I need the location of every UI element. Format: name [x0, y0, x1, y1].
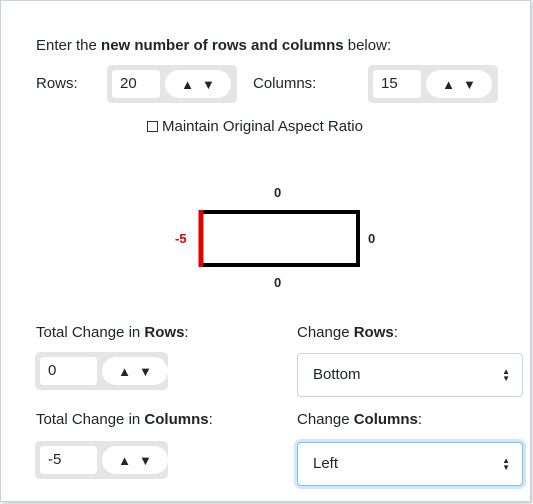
diagram-right-value: 0: [368, 231, 376, 246]
total-rows-prefix: Total Change in: [36, 324, 145, 341]
change-rows-selected: Bottom: [313, 366, 361, 383]
total-cols-input[interactable]: -5: [40, 446, 97, 474]
diagram-top-value: 0: [274, 185, 282, 200]
change-diagram: [198, 210, 360, 267]
total-rows-stepper: 0 ▲ ▼: [35, 352, 168, 390]
total-cols-stepper: -5 ▲ ▼: [35, 441, 168, 479]
change-rows-select[interactable]: Bottom ▲ ▼: [297, 353, 523, 397]
total-cols-suffix: :: [208, 411, 213, 428]
change-rows-bold: Rows: [353, 324, 394, 341]
total-cols-bold: Columns: [144, 411, 209, 428]
change-cols-suffix: :: [417, 411, 423, 428]
triangle-down-icon[interactable]: ▼: [139, 365, 152, 378]
total-rows-suffix: :: [184, 324, 189, 341]
total-cols-up-down-buttons[interactable]: ▲ ▼: [102, 446, 168, 474]
change-rows-suffix: :: [393, 324, 398, 341]
total-cols-prefix: Total Change in: [36, 411, 145, 428]
total-rows-up-down-buttons[interactable]: ▲ ▼: [102, 357, 168, 385]
change-cols-bold: Columns: [353, 411, 418, 428]
total-rows-input[interactable]: 0: [40, 357, 97, 385]
select-caret-icon: ▲ ▼: [502, 456, 510, 473]
select-caret-icon: ▲ ▼: [502, 367, 510, 384]
change-rows-label: Change Rows:: [297, 324, 398, 341]
total-cols-label: Total Change in Columns:: [36, 411, 213, 428]
total-rows-bold: Rows: [144, 324, 185, 341]
change-cols-selected: Left: [313, 455, 339, 472]
change-cols-select[interactable]: Left ▲ ▼: [297, 442, 523, 486]
triangle-up-icon[interactable]: ▲: [118, 365, 131, 378]
diagram-left-value: -5: [175, 231, 187, 246]
change-cols-label: Change Columns:: [297, 411, 422, 428]
total-rows-label: Total Change in Rows:: [36, 324, 189, 341]
resize-panel: Enter the new number of rows and columns…: [0, 0, 531, 502]
triangle-up-icon[interactable]: ▲: [118, 454, 131, 467]
diagram-bottom-value: 0: [274, 275, 282, 290]
change-rows-prefix: Change: [297, 324, 354, 341]
change-cols-prefix: Change: [297, 411, 354, 428]
diagram-rectangle: [199, 210, 360, 267]
triangle-down-icon[interactable]: ▼: [139, 454, 152, 467]
